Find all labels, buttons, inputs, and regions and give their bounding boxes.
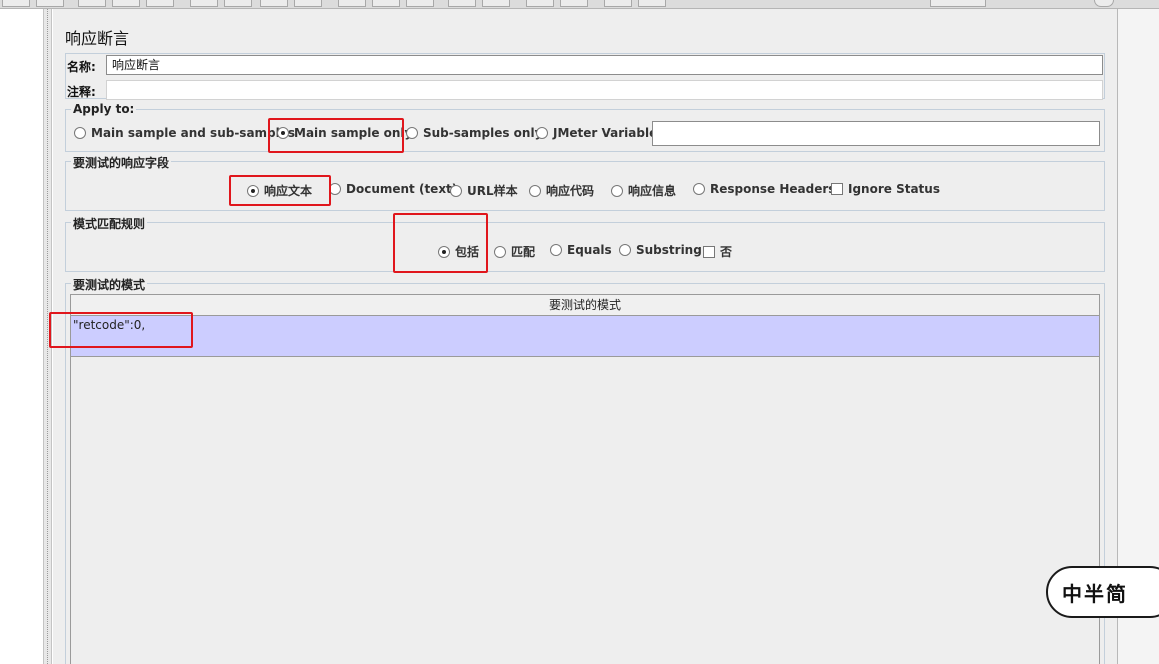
pattern-rules-title: 模式匹配规则 [71, 215, 148, 232]
toolbar-button[interactable] [294, 0, 322, 7]
apply-to-title: Apply to: [71, 102, 137, 116]
jmeter-variable-input[interactable] [652, 121, 1100, 146]
toolbar-button[interactable] [482, 0, 510, 7]
test-plan-tree[interactable] [0, 9, 43, 664]
field-document-radio[interactable]: Document (text) [329, 182, 457, 196]
toolbar-button[interactable] [604, 0, 632, 7]
rule-equals-radio[interactable]: Equals [550, 243, 612, 257]
name-input[interactable]: 响应断言 [106, 55, 1103, 75]
field-response-message-radio[interactable]: 响应信息 [611, 182, 676, 199]
field-option-label: Response Headers [710, 182, 836, 196]
patterns-title: 要测试的模式 [71, 276, 148, 293]
toolbar-button[interactable] [372, 0, 400, 7]
toolbar-button[interactable] [146, 0, 174, 7]
toolbar-button[interactable] [638, 0, 666, 7]
apply-main-and-sub-radio[interactable]: Main sample and sub-samples [74, 126, 295, 140]
radio-icon [406, 127, 418, 139]
toolbar-button[interactable] [190, 0, 218, 7]
radio-icon [611, 184, 623, 197]
checkbox-icon [831, 183, 843, 195]
rule-option-label: 匹配 [511, 245, 536, 259]
main-toolbar [0, 0, 1159, 9]
toolbar-button[interactable] [526, 0, 554, 7]
apply-option-label: Main sample and sub-samples [91, 126, 296, 140]
highlight-box [229, 175, 331, 206]
rule-matches-radio[interactable]: 匹配 [494, 243, 535, 260]
patterns-column-header[interactable]: 要测试的模式 [71, 295, 1099, 316]
toolbar-button[interactable] [112, 0, 140, 7]
radio-icon [74, 127, 86, 139]
toolbar-button[interactable] [448, 0, 476, 7]
apply-option-label: JMeter Variable [553, 126, 658, 140]
radio-icon [693, 183, 705, 195]
radio-icon [536, 127, 548, 139]
field-url-radio[interactable]: URL样本 [450, 182, 518, 199]
name-label: 名称: [67, 60, 96, 74]
rule-option-label: Equals [567, 243, 612, 257]
highlight-box [393, 213, 488, 273]
field-response-code-radio[interactable]: 响应代码 [529, 182, 594, 199]
radio-icon [450, 184, 462, 197]
comment-input[interactable] [106, 80, 1103, 100]
toolbar-button[interactable] [338, 0, 366, 7]
ignore-status-checkbox[interactable]: Ignore Status [831, 182, 940, 196]
toolbar-button[interactable] [36, 0, 64, 7]
rule-substring-radio[interactable]: Substring [619, 243, 702, 257]
field-option-label: URL样本 [467, 184, 518, 198]
field-response-headers-radio[interactable]: Response Headers [693, 182, 835, 196]
page-title: 响应断言 [65, 29, 130, 48]
apply-jmeter-variable-radio[interactable]: JMeter Variable [536, 126, 657, 140]
field-option-label: 响应信息 [628, 184, 677, 198]
radio-icon [494, 245, 506, 258]
toolbar-button[interactable] [260, 0, 288, 7]
rule-not-label: 否 [720, 245, 733, 259]
rule-not-checkbox[interactable]: 否 [703, 243, 732, 260]
toolbar-button[interactable] [78, 0, 106, 7]
field-option-label: 响应代码 [546, 184, 595, 198]
field-option-label: Document (text) [346, 182, 458, 196]
apply-option-label: Sub-samples only [423, 126, 543, 140]
highlight-box [268, 118, 404, 153]
highlight-box [49, 312, 193, 348]
radio-icon [550, 244, 562, 256]
apply-sub-only-radio[interactable]: Sub-samples only [406, 126, 542, 140]
comment-label: 注释: [67, 85, 96, 99]
table-row[interactable]: "retcode":0, [71, 316, 1099, 357]
toolbar-button[interactable] [224, 0, 252, 7]
toolbar-button[interactable] [2, 0, 30, 7]
response-field-title: 要测试的响应字段 [71, 154, 172, 171]
ime-sticker-text: 中半简 [1062, 582, 1128, 606]
toolbar-button[interactable] [406, 0, 434, 7]
radio-icon [619, 244, 631, 256]
status-indicator-icon [1094, 0, 1114, 7]
checkbox-icon [703, 245, 715, 258]
toolbar-button[interactable] [560, 0, 588, 7]
ignore-status-label: Ignore Status [848, 182, 940, 196]
radio-icon [529, 184, 541, 197]
toolbar-counter [930, 0, 986, 7]
rule-option-label: Substring [636, 243, 702, 257]
